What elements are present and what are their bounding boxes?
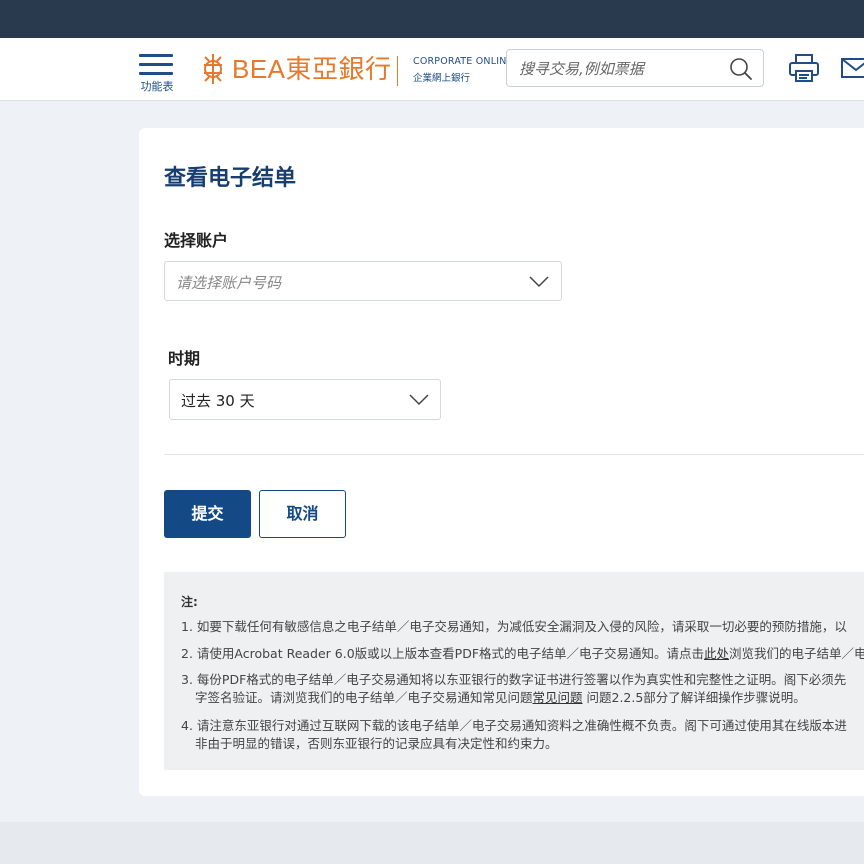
search-icon[interactable]: [729, 57, 753, 81]
menu-icon-bar: [139, 72, 173, 75]
note-item: 2. 请使用Acrobat Reader 6.0版或以上版本查看PDF格式的电子…: [181, 645, 864, 663]
logo-divider: [397, 56, 398, 86]
bea-logo-text: BEA東亞銀行: [232, 54, 392, 84]
notes-title: 注:: [181, 595, 198, 609]
period-label: 时期: [168, 349, 201, 368]
print-icon[interactable]: [788, 53, 820, 83]
notes-panel: 注: 1. 如要下载任何有敏感信息之电子结单／电子交易通知，为减低安全漏洞及入侵…: [164, 572, 864, 770]
top-bar: [0, 0, 864, 38]
note-text: 字签名验证。请浏览我们的电子结单／电子交易通知常见问题: [195, 690, 533, 705]
chevron-down-icon: [409, 394, 429, 406]
menu-button[interactable]: 功能表: [136, 52, 178, 94]
mail-icon[interactable]: [840, 56, 864, 80]
account-select-placeholder: 请选择账户号码: [176, 274, 282, 292]
account-select[interactable]: 请选择账户号码: [164, 261, 562, 301]
bea-logo-mark-icon: [204, 54, 222, 84]
here-link[interactable]: 此处: [704, 646, 729, 661]
form-divider: [164, 454, 864, 455]
chevron-down-icon: [529, 276, 549, 288]
note-item: 1. 如要下载任何有敏感信息之电子结单／电子交易通知，为减低安全漏洞及入侵的风险…: [181, 619, 847, 634]
menu-icon-bar: [139, 63, 173, 66]
note-item-continued: 字签名验证。请浏览我们的电子结单／电子交易通知常见问题常见问题 问题2.2.5部…: [195, 689, 806, 707]
note-text: 2. 请使用Acrobat Reader 6.0版或以上版本查看PDF格式的电子…: [181, 646, 705, 661]
search-box[interactable]: [506, 49, 764, 87]
period-select-value: 过去 30 天: [181, 392, 255, 410]
note-item: 3. 每份PDF格式的电子结单／电子交易通知将以东亚银行的数字证书进行签署以作为…: [181, 672, 847, 687]
note-item-continued: 非由于明显的错误，否则东亚银行的记录应具有决定性和约束力。: [195, 736, 558, 751]
search-input[interactable]: [519, 59, 719, 79]
corporate-online-label: CORPORATE ONLINE: [413, 56, 513, 67]
note-text: 问题2.2.5部分了解详细操作步骤说明。: [582, 690, 806, 705]
cancel-button[interactable]: 取消: [259, 490, 346, 538]
submit-button[interactable]: 提交: [164, 490, 251, 538]
menu-label: 功能表: [140, 80, 174, 93]
note-text: 浏览我们的电子结单／电: [729, 646, 864, 661]
menu-icon: [139, 54, 173, 57]
footer-strip: [0, 822, 864, 864]
period-select[interactable]: 过去 30 天: [169, 379, 441, 420]
note-item: 4. 请注意东亚银行对通过互联网下载的该电子结单／电子交易通知资料之准确性概不负…: [181, 718, 847, 733]
faq-link[interactable]: 常见问题: [533, 690, 583, 705]
account-label: 选择账户: [164, 231, 229, 250]
corporate-online-zh-label: 企業網上銀行: [413, 73, 471, 84]
page-title: 查看电子结单: [164, 166, 297, 191]
